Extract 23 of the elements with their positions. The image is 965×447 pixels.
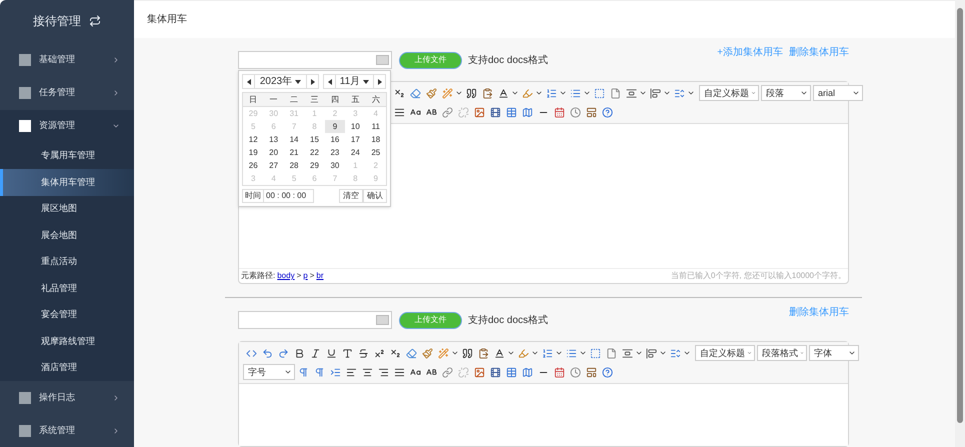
path-separator: >	[310, 270, 314, 282]
weekday-label: 日	[248, 94, 258, 106]
format-note: 支持doc docs格式	[468, 54, 548, 68]
year-value: 2023年	[260, 75, 292, 89]
app-title: 接待管理	[33, 12, 81, 30]
format-note: 支持doc docs格式	[468, 314, 548, 328]
weekday-label: 四	[330, 94, 340, 106]
weekday-label: 一	[268, 94, 279, 106]
page-title: 集体用车	[147, 12, 187, 27]
menu-label: 资源管理	[39, 119, 76, 132]
menu-label: 系统管理	[39, 424, 76, 437]
menu-label: 任务管理	[39, 86, 76, 100]
weekday-label: 三	[309, 94, 320, 106]
path-label: 元素路径:	[241, 270, 276, 282]
character-count: 当前已输入0个字符, 您还可以输入10000个字符。	[670, 270, 846, 282]
time-label: 时间	[242, 189, 264, 203]
weekday-label: 五	[350, 94, 360, 106]
menu-label: 基础管理	[39, 53, 76, 66]
month-value: 11月	[340, 75, 360, 89]
path-separator: >	[296, 270, 302, 282]
weekday-label: 二	[289, 94, 300, 106]
menu-label: 操作日志	[39, 390, 76, 404]
weekday-label: 六	[370, 94, 381, 106]
